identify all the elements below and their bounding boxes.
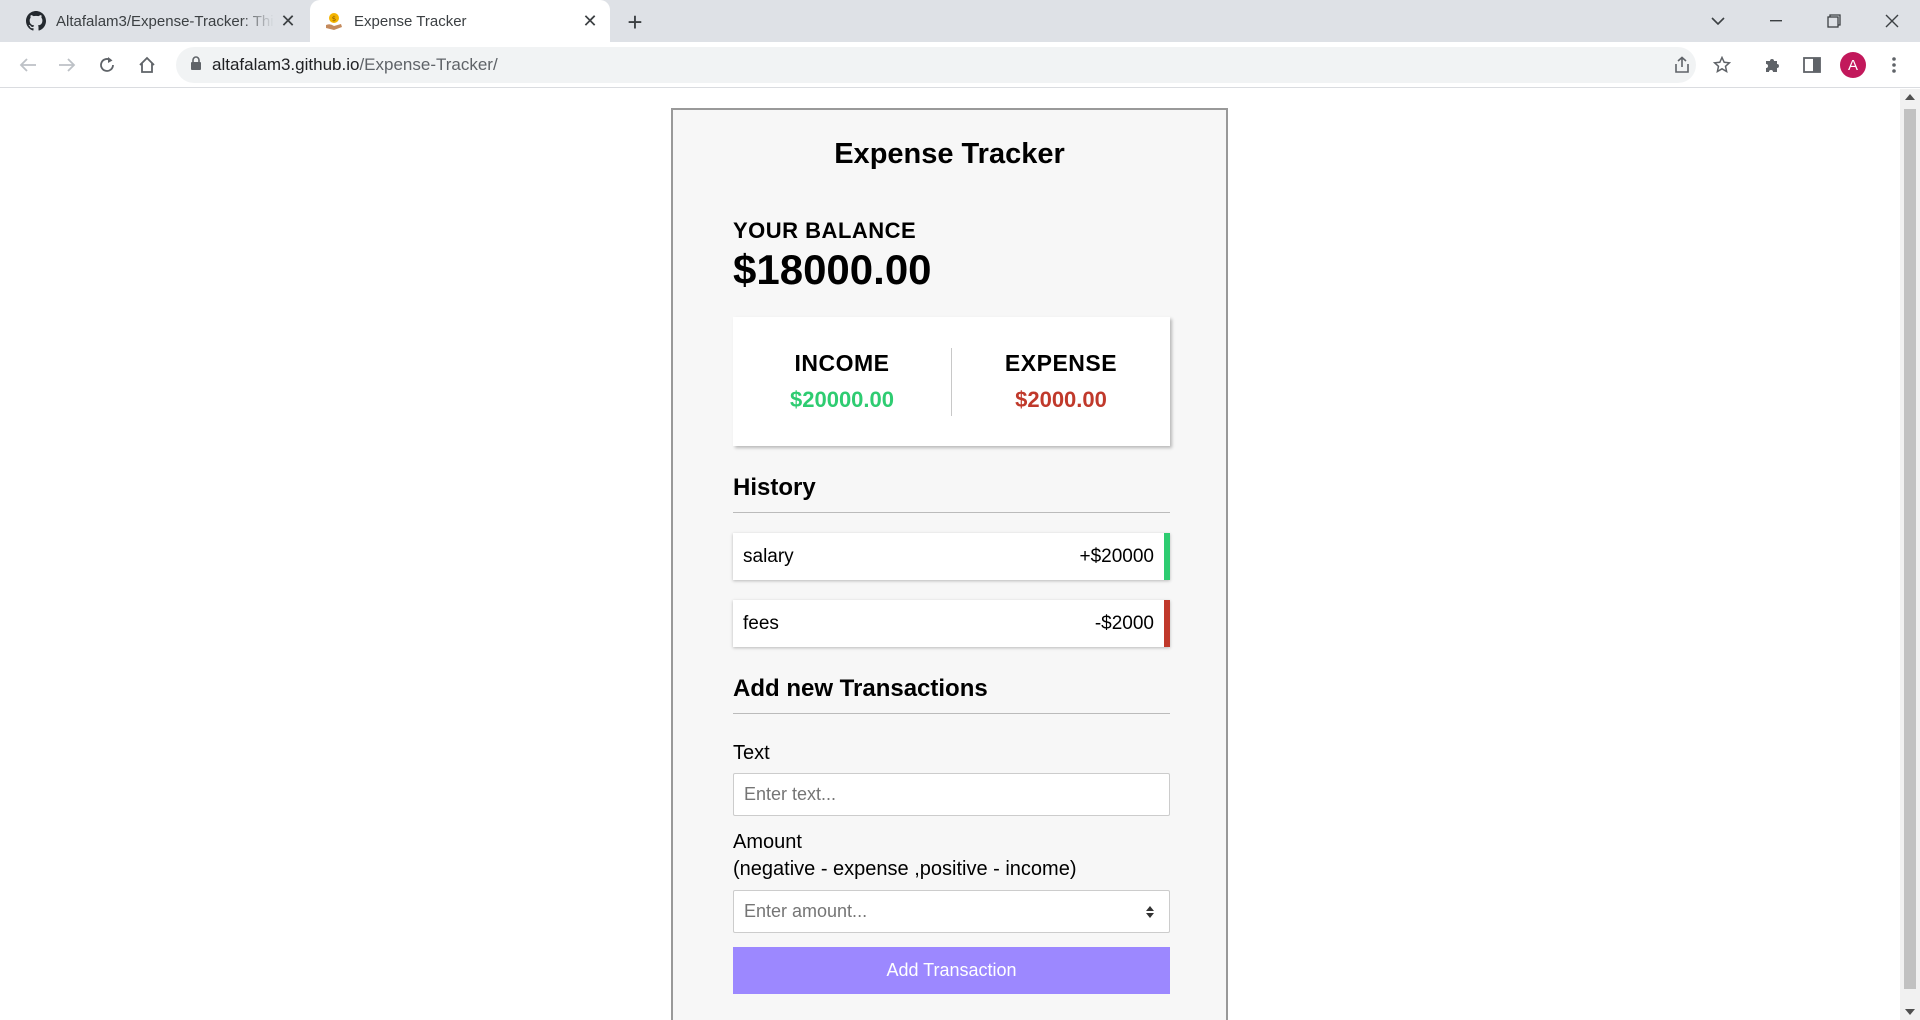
minimize-icon[interactable] (1748, 0, 1804, 42)
expense-tracker-container: Expense Tracker YOUR BALANCE $18000.00 I… (671, 108, 1228, 1020)
close-tab-icon[interactable]: ✕ (576, 7, 604, 35)
history-heading: History (733, 474, 1170, 513)
expense-column: EXPENSE $2000.00 (952, 350, 1170, 413)
amount-label-hint: (negative - expense ,positive - income) (733, 858, 1077, 880)
address-bar[interactable]: altafalam3.github.io/Expense-Tracker/ (176, 47, 1696, 83)
scrollbar-thumb[interactable] (1904, 109, 1916, 989)
forward-icon[interactable] (51, 49, 83, 81)
github-icon (26, 11, 46, 31)
spinner-up-icon[interactable] (1146, 905, 1154, 911)
home-icon[interactable] (131, 49, 163, 81)
tab-search-chevron-icon[interactable] (1690, 0, 1746, 42)
close-tab-icon[interactable]: ✕ (274, 7, 302, 35)
lock-icon[interactable] (190, 55, 202, 75)
extensions-icon[interactable] (1758, 51, 1786, 79)
amount-field (733, 890, 1170, 933)
balance-value: $18000.00 (733, 246, 932, 293)
browser-tab-bar: Altafalam3/Expense-Tracker: This ✕ $ Exp… (0, 0, 1920, 42)
amount-label-line1: Amount (733, 831, 802, 853)
more-menu-icon[interactable] (1880, 51, 1908, 79)
spinner-down-icon[interactable] (1146, 912, 1154, 918)
text-field-label: Text (733, 742, 770, 764)
scroll-up-icon[interactable] (1905, 94, 1915, 100)
transaction-item[interactable]: salary +$20000 (733, 533, 1170, 580)
profile-avatar[interactable]: A (1840, 52, 1866, 78)
app-title: Expense Tracker (834, 138, 1065, 170)
tab-github[interactable]: Altafalam3/Expense-Tracker: This ✕ (0, 0, 308, 42)
url-text: altafalam3.github.io/Expense-Tracker/ (212, 55, 498, 74)
text-input[interactable] (733, 773, 1170, 816)
tab-title: Expense Tracker (354, 12, 467, 30)
transaction-text: salary (743, 545, 794, 567)
transaction-amount: -$2000 (1094, 612, 1154, 634)
amount-input[interactable] (734, 891, 1143, 932)
balance-label: YOUR BALANCE (733, 218, 917, 243)
expense-value: $2000.00 (1015, 387, 1107, 412)
transaction-amount: +$20000 (1079, 545, 1155, 567)
restore-icon[interactable] (1806, 0, 1862, 42)
income-column: INCOME $20000.00 (733, 350, 951, 413)
amount-field-label: Amount (negative - expense ,positive - i… (733, 829, 1170, 883)
number-spinner-icon[interactable] (1143, 903, 1157, 921)
transaction-item[interactable]: fees -$2000 (733, 600, 1170, 647)
scroll-down-icon[interactable] (1905, 1009, 1915, 1015)
add-transaction-heading: Add new Transactions (733, 675, 1170, 714)
new-tab-button[interactable]: + (620, 7, 650, 37)
income-label: INCOME (794, 350, 890, 376)
close-window-icon[interactable] (1864, 0, 1920, 42)
income-value: $20000.00 (790, 387, 894, 412)
svg-text:$: $ (332, 15, 336, 23)
add-transaction-button[interactable]: Add Transaction (733, 947, 1170, 994)
tab-title: Altafalam3/Expense-Tracker: This (56, 12, 274, 30)
expense-label: EXPENSE (1004, 350, 1118, 376)
income-expense-card: INCOME $20000.00 EXPENSE $2000.00 (733, 317, 1170, 446)
tab-expense-tracker[interactable]: $ Expense Tracker ✕ (310, 0, 610, 42)
money-icon: $ (324, 11, 344, 31)
side-panel-icon[interactable] (1798, 51, 1826, 79)
back-icon[interactable] (12, 49, 44, 81)
page-scrollbar[interactable] (1900, 89, 1920, 1020)
reload-icon[interactable] (91, 49, 123, 81)
page-viewport: Expense Tracker YOUR BALANCE $18000.00 I… (0, 89, 1900, 1020)
bookmark-star-icon[interactable] (1708, 51, 1736, 79)
transaction-text: fees (743, 612, 779, 634)
share-icon[interactable] (1668, 51, 1696, 79)
browser-toolbar: altafalam3.github.io/Expense-Tracker/ A (0, 42, 1920, 88)
